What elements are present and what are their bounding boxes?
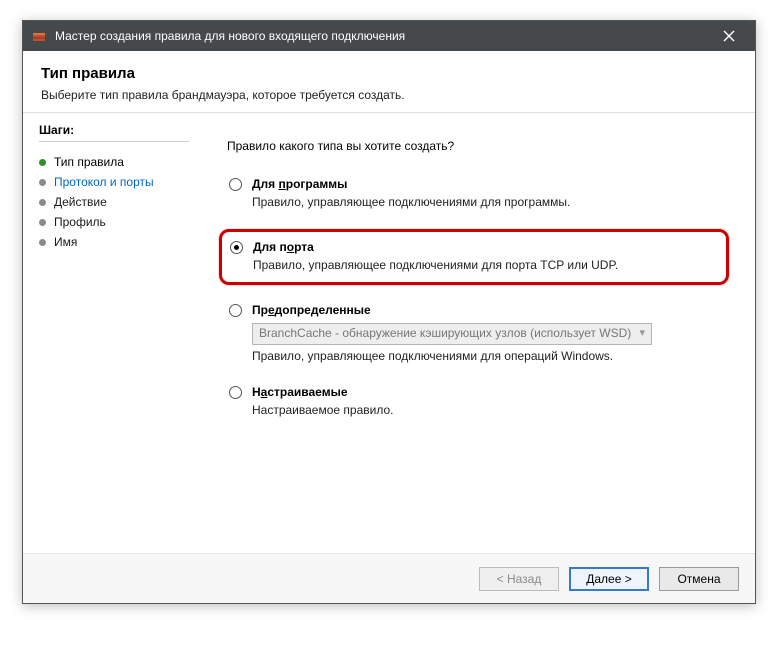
firewall-icon xyxy=(31,28,47,44)
option-custom-desc: Настраиваемое правило. xyxy=(252,403,727,417)
window-title: Мастер создания правила для нового входя… xyxy=(55,29,709,43)
main-content: Правило какого типа вы хотите создать? Д… xyxy=(201,113,755,553)
option-custom[interactable]: Настраиваемые Настраиваемое правило. xyxy=(227,383,729,419)
radio-icon[interactable] xyxy=(230,241,243,254)
bullet-icon xyxy=(39,239,46,246)
next-button[interactable]: Далее > xyxy=(569,567,649,591)
steps-sidebar: Шаги: Тип правила Протокол и порты Дейст… xyxy=(23,113,201,553)
question-text: Правило какого типа вы хотите создать? xyxy=(227,139,729,153)
option-program[interactable]: Для программы Правило, управляющее подкл… xyxy=(227,175,729,211)
predefined-dropdown: BranchCache - обнаружение кэширующих узл… xyxy=(252,323,652,345)
titlebar: Мастер создания правила для нового входя… xyxy=(23,21,755,51)
option-port[interactable]: Для порта Правило, управляющее подключен… xyxy=(219,229,729,285)
footer: < Назад Далее > Отмена xyxy=(23,553,755,603)
bullet-icon xyxy=(39,179,46,186)
page-header: Тип правила Выберите тип правила брандма… xyxy=(23,51,755,113)
bullet-icon xyxy=(39,159,46,166)
option-predefined-label: Предопределенные xyxy=(252,303,371,317)
step-label: Действие xyxy=(54,195,107,209)
bullet-icon xyxy=(39,199,46,206)
option-port-label: Для порта xyxy=(253,240,314,254)
step-label: Протокол и порты xyxy=(54,175,154,189)
option-port-desc: Правило, управляющее подключениями для п… xyxy=(253,258,712,272)
option-program-desc: Правило, управляющее подключениями для п… xyxy=(252,195,727,209)
option-program-label: Для программы xyxy=(252,177,347,191)
close-button[interactable] xyxy=(709,21,749,51)
step-rule-type[interactable]: Тип правила xyxy=(39,152,189,172)
cancel-button[interactable]: Отмена xyxy=(659,567,739,591)
page-title: Тип правила xyxy=(41,65,737,82)
option-predefined[interactable]: Предопределенные BranchCache - обнаружен… xyxy=(227,301,729,365)
step-label: Тип правила xyxy=(54,155,124,169)
radio-icon[interactable] xyxy=(229,386,242,399)
step-profile[interactable]: Профиль xyxy=(39,212,189,232)
bullet-icon xyxy=(39,219,46,226)
close-icon xyxy=(723,30,735,42)
option-predefined-desc: Правило, управляющее подключениями для о… xyxy=(252,349,727,363)
step-label: Имя xyxy=(54,235,77,249)
page-subtitle: Выберите тип правила брандмауэра, которо… xyxy=(41,88,737,102)
option-custom-label: Настраиваемые xyxy=(252,385,348,399)
step-label: Профиль xyxy=(54,215,106,229)
step-protocol-ports[interactable]: Протокол и порты xyxy=(39,172,189,192)
wizard-window: Мастер создания правила для нового входя… xyxy=(22,20,756,604)
radio-icon[interactable] xyxy=(229,304,242,317)
back-button: < Назад xyxy=(479,567,559,591)
step-action[interactable]: Действие xyxy=(39,192,189,212)
steps-heading: Шаги: xyxy=(39,123,189,142)
step-name[interactable]: Имя xyxy=(39,232,189,252)
radio-icon[interactable] xyxy=(229,178,242,191)
